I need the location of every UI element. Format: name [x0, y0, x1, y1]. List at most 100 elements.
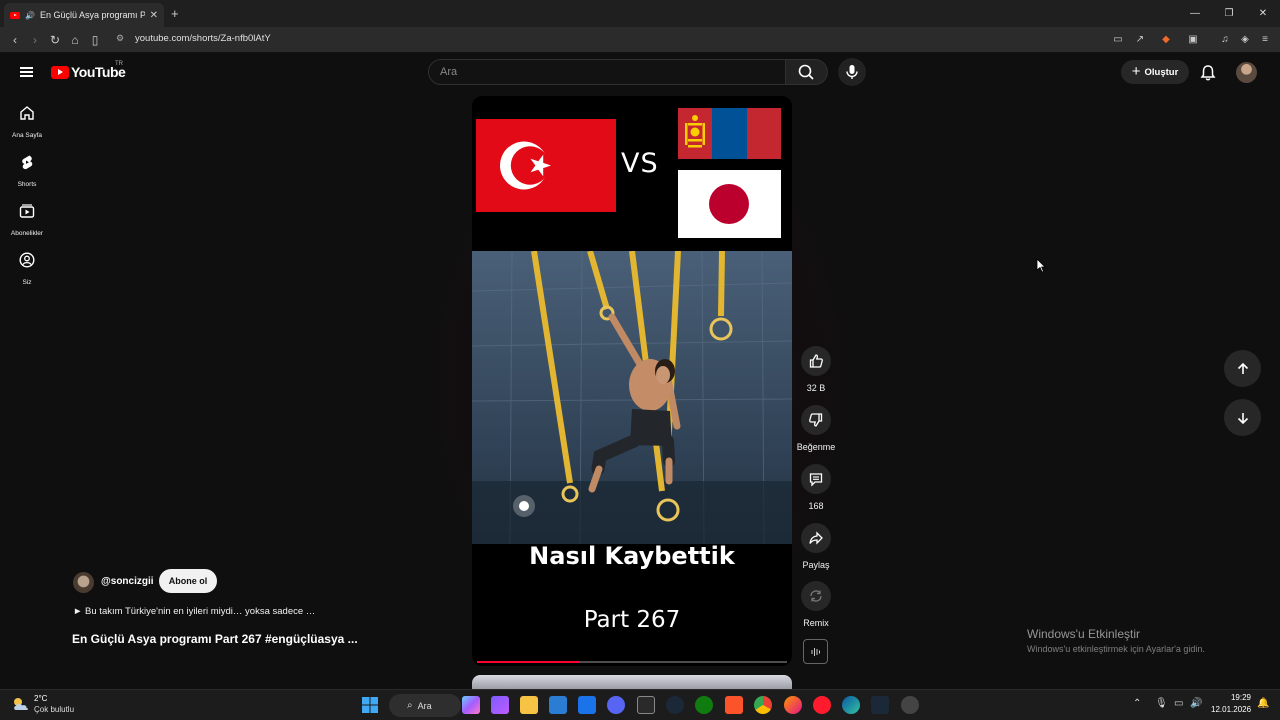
comments-action[interactable]: 168	[796, 464, 836, 511]
brave-shield-icon[interactable]: ◆	[1158, 32, 1174, 48]
notification-center-icon[interactable]: 🔔	[1257, 698, 1269, 709]
create-label: Oluştur	[1144, 66, 1179, 78]
youtube-logo[interactable]: YouTube TR	[51, 61, 126, 80]
home-icon	[20, 106, 34, 120]
video-progress-bar[interactable]	[477, 661, 787, 663]
browser-tab-bar: 🔊 En Güçlü Asya programı Part ✕ + — ❐ ✕	[0, 0, 1280, 27]
youtube-favicon-icon	[10, 11, 20, 19]
short-video-player[interactable]: VS Nasıl Kaybettik Part 267	[472, 96, 792, 666]
account-avatar[interactable]	[1236, 62, 1257, 83]
dislike-action[interactable]: Beğenme	[796, 405, 836, 452]
windows-start-icon[interactable]	[361, 696, 379, 714]
notifications-bell-icon[interactable]	[1198, 63, 1218, 83]
remix-icon	[810, 590, 822, 602]
firefox-icon[interactable]	[784, 696, 802, 714]
share-arrow-icon	[809, 531, 823, 545]
epic-games-icon[interactable]	[637, 696, 655, 714]
share-button[interactable]	[801, 523, 831, 553]
bookmark-button[interactable]: ▯	[87, 32, 103, 48]
next-short-preview[interactable]	[472, 675, 792, 689]
url-field[interactable]: youtube.com/shorts/Za-nfb0lAtY	[135, 33, 271, 44]
activation-watermark-subtitle: Windows'u etkinleştirmek için Ayarlar'a …	[1027, 644, 1205, 654]
home-button[interactable]: ⌂	[67, 32, 83, 48]
edge-icon[interactable]	[842, 696, 860, 714]
reader-icon[interactable]: ▣	[1185, 32, 1201, 48]
you-icon	[19, 252, 35, 268]
video-caption-title: Nasıl Kaybettik	[529, 542, 735, 570]
restore-button[interactable]: ❐	[1212, 0, 1246, 27]
site-info-icon[interactable]: ⚙	[116, 33, 124, 44]
remix-action[interactable]: Remix	[796, 581, 836, 628]
sidebar-item-home[interactable]: Ana Sayfa	[0, 104, 54, 139]
voice-search-button[interactable]	[838, 58, 866, 86]
channel-handle[interactable]: @soncizgii	[101, 576, 154, 587]
new-tab-button[interactable]: +	[171, 6, 179, 21]
hamburger-menu-icon[interactable]	[20, 67, 33, 77]
reload-button[interactable]: ↻	[47, 32, 63, 48]
remix-button[interactable]	[801, 581, 831, 611]
comments-button[interactable]	[801, 464, 831, 494]
tray-overflow-chevron-icon[interactable]: ⌃	[1133, 698, 1141, 709]
vpn-icon[interactable]: ◈	[1237, 32, 1253, 48]
subscriptions-icon	[19, 204, 35, 218]
video-description[interactable]: ► Bu takım Türkiye'nin en iyileri miydi……	[73, 606, 315, 617]
forward-button[interactable]: ›	[27, 32, 43, 48]
comment-icon	[809, 473, 823, 487]
mongolia-flag-image	[678, 108, 781, 159]
dislike-button[interactable]	[801, 405, 831, 435]
close-tab-icon[interactable]: ✕	[150, 10, 158, 21]
sidebar-item-subscriptions[interactable]: Abonelikler	[0, 202, 54, 237]
opera-icon[interactable]	[813, 696, 831, 714]
previous-short-button[interactable]	[1224, 350, 1261, 387]
speaker-icon[interactable]: 🔊	[25, 11, 35, 20]
create-button[interactable]: + Oluştur	[1121, 60, 1189, 84]
microphone-icon	[846, 65, 858, 79]
sidebar-item-you[interactable]: Siz	[0, 251, 54, 286]
next-short-button[interactable]	[1224, 399, 1261, 436]
cast-icon[interactable]: ▭	[1110, 32, 1126, 48]
network-icon[interactable]: ▭	[1174, 698, 1183, 709]
microphone-tray-icon[interactable]: 🎙	[1155, 698, 1168, 709]
remix-label: Remix	[803, 618, 829, 628]
browser-tab[interactable]: 🔊 En Güçlü Asya programı Part ✕	[4, 3, 164, 27]
share-icon[interactable]: ↗	[1132, 32, 1148, 48]
share-action[interactable]: Paylaş	[796, 523, 836, 570]
clock-time[interactable]: 19:29	[1221, 693, 1251, 702]
channel-avatar[interactable]	[73, 572, 94, 593]
taskbar-search[interactable]: ⌕ Ara	[389, 694, 461, 717]
share-label: Paylaş	[802, 560, 830, 570]
settings-gear-icon[interactable]	[901, 696, 919, 714]
copilot-icon[interactable]	[462, 696, 480, 714]
weather-cloud-icon[interactable]	[11, 695, 31, 713]
discord-icon[interactable]	[607, 696, 625, 714]
minimize-button[interactable]: —	[1178, 0, 1212, 27]
original-sound-button[interactable]	[803, 639, 828, 664]
search-input[interactable]	[429, 60, 785, 84]
steam-app-icon[interactable]	[871, 696, 889, 714]
menu-icon[interactable]: ≡	[1257, 32, 1273, 48]
video-title[interactable]: En Güçlü Asya programı Part 267 #engüçlü…	[72, 632, 358, 646]
file-explorer-icon[interactable]	[520, 696, 538, 714]
search-button[interactable]	[786, 59, 828, 85]
sidebar-item-shorts[interactable]: Shorts	[0, 153, 54, 188]
sidebar-item-label: Siz	[22, 279, 32, 286]
weather-temperature[interactable]: 2°C	[34, 694, 47, 703]
steam-icon[interactable]	[666, 696, 684, 714]
chrome-icon[interactable]	[754, 696, 772, 714]
subscribe-button[interactable]: Abone ol	[159, 569, 217, 593]
close-window-button[interactable]: ✕	[1246, 0, 1280, 27]
outlook-icon[interactable]	[578, 696, 596, 714]
clock-date[interactable]: 12.01.2026	[1211, 705, 1251, 714]
widgets-icon[interactable]	[491, 696, 509, 714]
dislike-label: Beğenme	[796, 442, 836, 452]
like-action[interactable]: 32 B	[796, 346, 836, 393]
media-icon[interactable]: ♫	[1217, 32, 1233, 48]
microsoft-store-icon[interactable]	[549, 696, 567, 714]
like-button[interactable]	[801, 346, 831, 376]
volume-icon[interactable]: 🔊	[1190, 698, 1202, 709]
weather-condition[interactable]: Çok bulutlu	[34, 705, 74, 714]
brave-browser-icon[interactable]	[725, 696, 743, 714]
back-button[interactable]: ‹	[7, 32, 23, 48]
xbox-icon[interactable]	[695, 696, 713, 714]
window-controls: — ❐ ✕	[1178, 0, 1280, 27]
